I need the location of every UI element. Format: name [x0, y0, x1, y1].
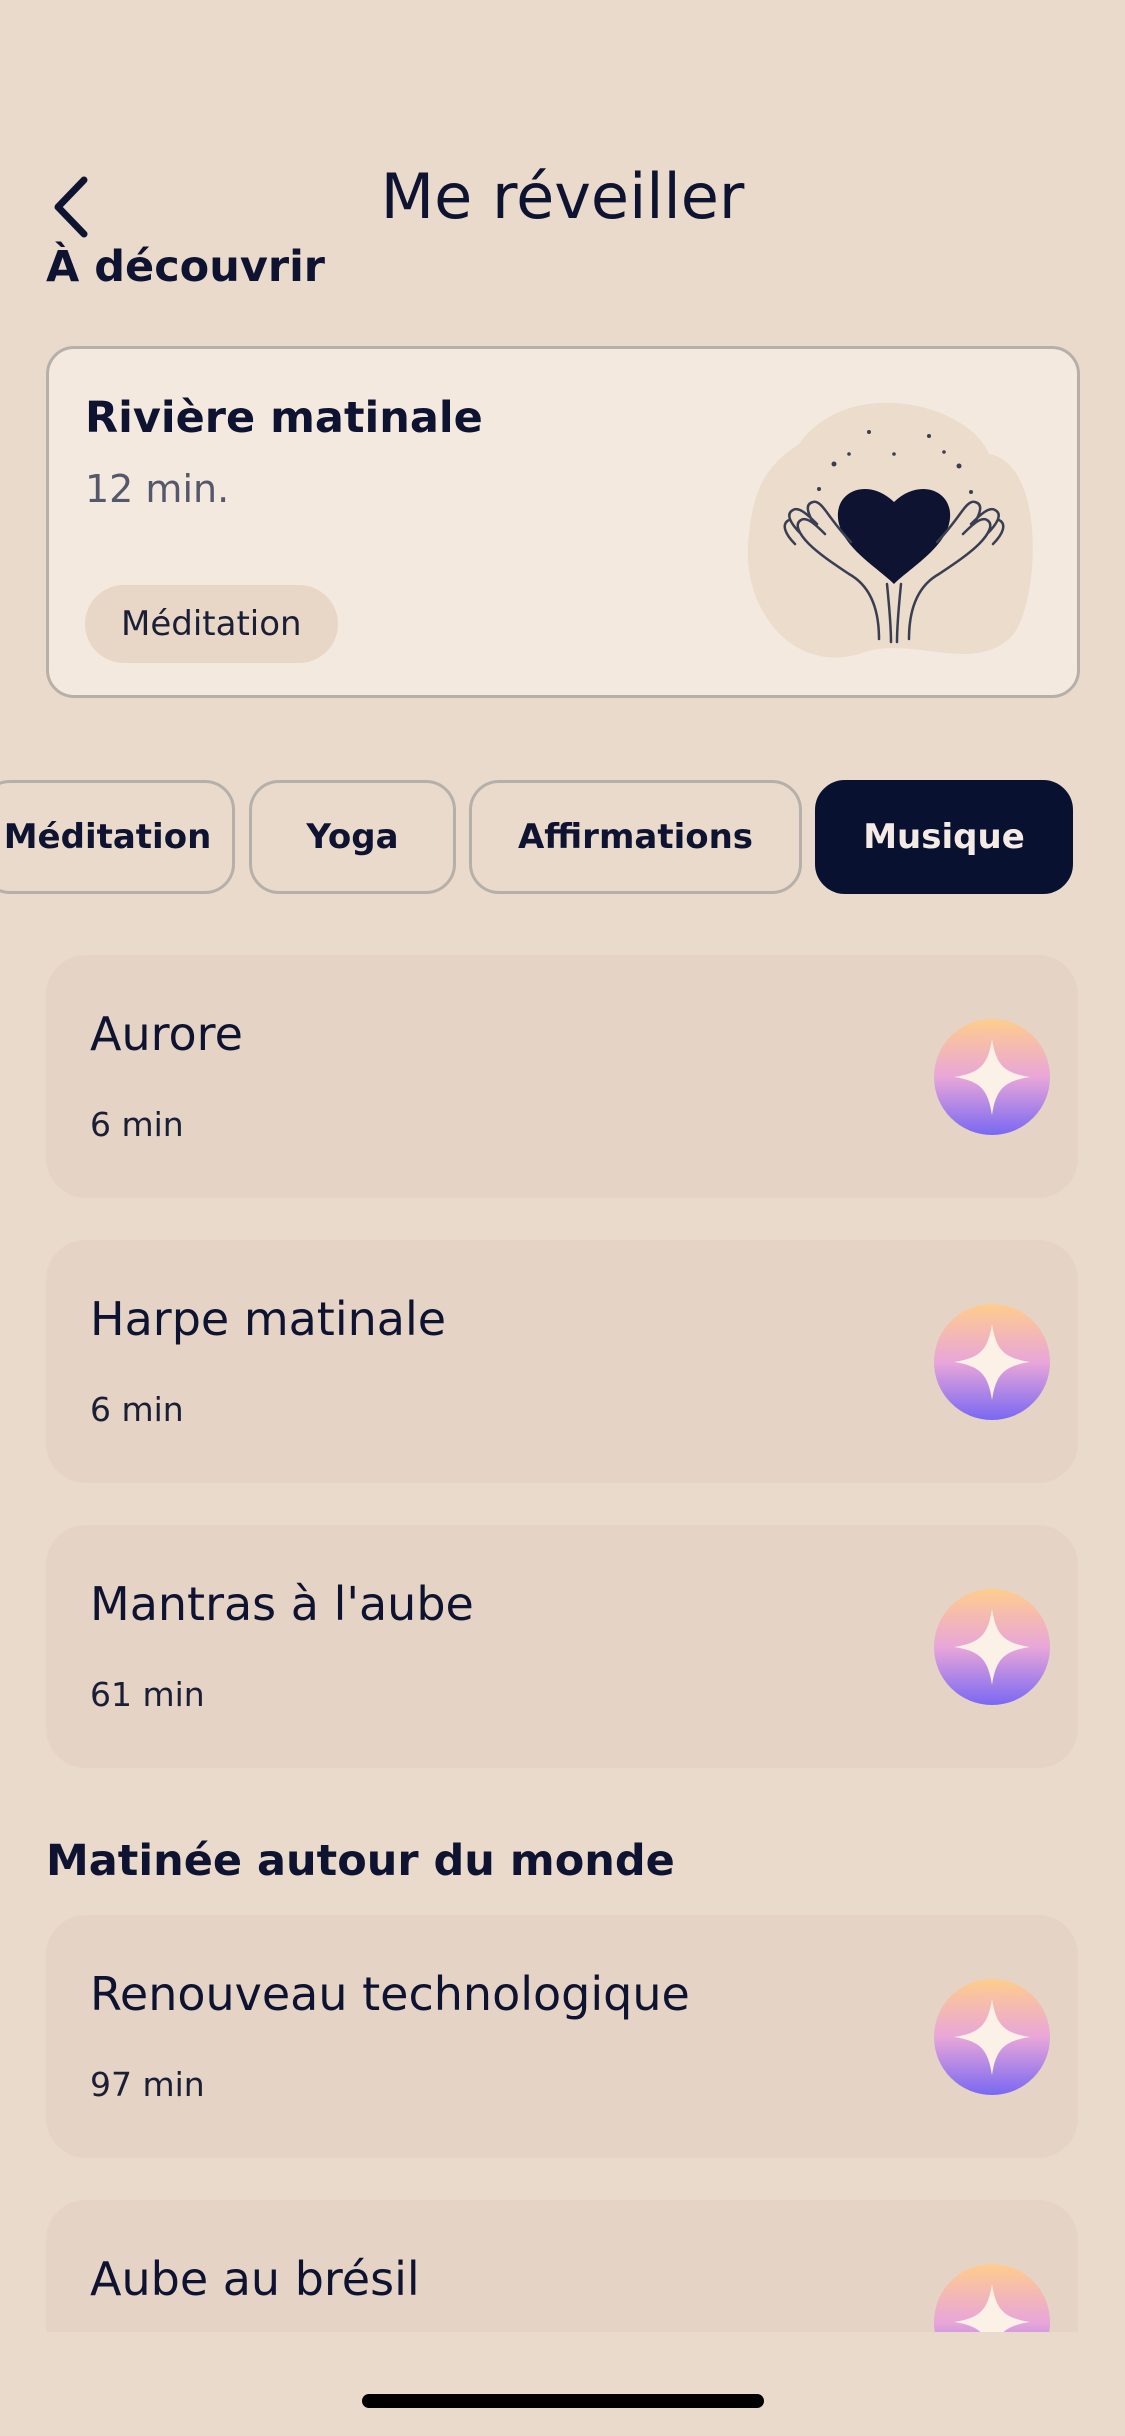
track-card[interactable]: Harpe matinale 6 min	[46, 1240, 1078, 1483]
section-title-world: Matinée autour du monde	[46, 1836, 675, 1886]
home-indicator	[362, 2394, 764, 2408]
sparkle-icon	[934, 1019, 1050, 1135]
featured-card[interactable]: Rivière matinale 12 min. Méditation	[46, 346, 1080, 698]
hands-heart-icon	[747, 402, 1033, 658]
page-title: Me réveiller	[380, 160, 745, 233]
filter-chips: Méditation Yoga Affirmations Musique	[0, 780, 1125, 894]
sparkle-icon	[934, 1304, 1050, 1420]
track-title: Renouveau technologique	[90, 1967, 690, 2021]
track-title: Aurore	[90, 1007, 243, 1061]
track-title: Mantras à l'aube	[90, 1577, 474, 1631]
track-card[interactable]: Renouveau technologique 97 min	[46, 1915, 1078, 2158]
sparkle-icon	[934, 1979, 1050, 2095]
section-title-discover: À découvrir	[46, 242, 326, 292]
header: Me réveiller	[0, 150, 1125, 250]
track-duration: 6 min	[90, 1390, 184, 1429]
filter-chip-meditation[interactable]: Méditation	[0, 780, 235, 894]
track-title: Harpe matinale	[90, 1292, 447, 1346]
track-duration: 97 min	[90, 2065, 205, 2104]
track-duration: 61 min	[90, 1675, 205, 1714]
track-duration: 6 min	[90, 1105, 184, 1144]
track-title: Aube au brésil	[90, 2252, 420, 2306]
track-card[interactable]: Mantras à l'aube 61 min	[46, 1525, 1078, 1768]
sparkle-icon	[934, 1589, 1050, 1705]
track-card[interactable]: Aube au brésil	[46, 2200, 1078, 2332]
featured-tag: Méditation	[85, 585, 338, 663]
featured-duration: 12 min.	[85, 467, 230, 511]
featured-title: Rivière matinale	[85, 393, 483, 443]
track-card[interactable]: Aurore 6 min	[46, 955, 1078, 1198]
sparkle-icon	[934, 2264, 1050, 2332]
filter-chip-affirmations[interactable]: Affirmations	[469, 780, 802, 894]
filter-chip-yoga[interactable]: Yoga	[249, 780, 456, 894]
filter-chip-musique[interactable]: Musique	[815, 780, 1073, 894]
scroll-content[interactable]: Me réveiller À découvrir Rivière matinal…	[0, 0, 1125, 2332]
